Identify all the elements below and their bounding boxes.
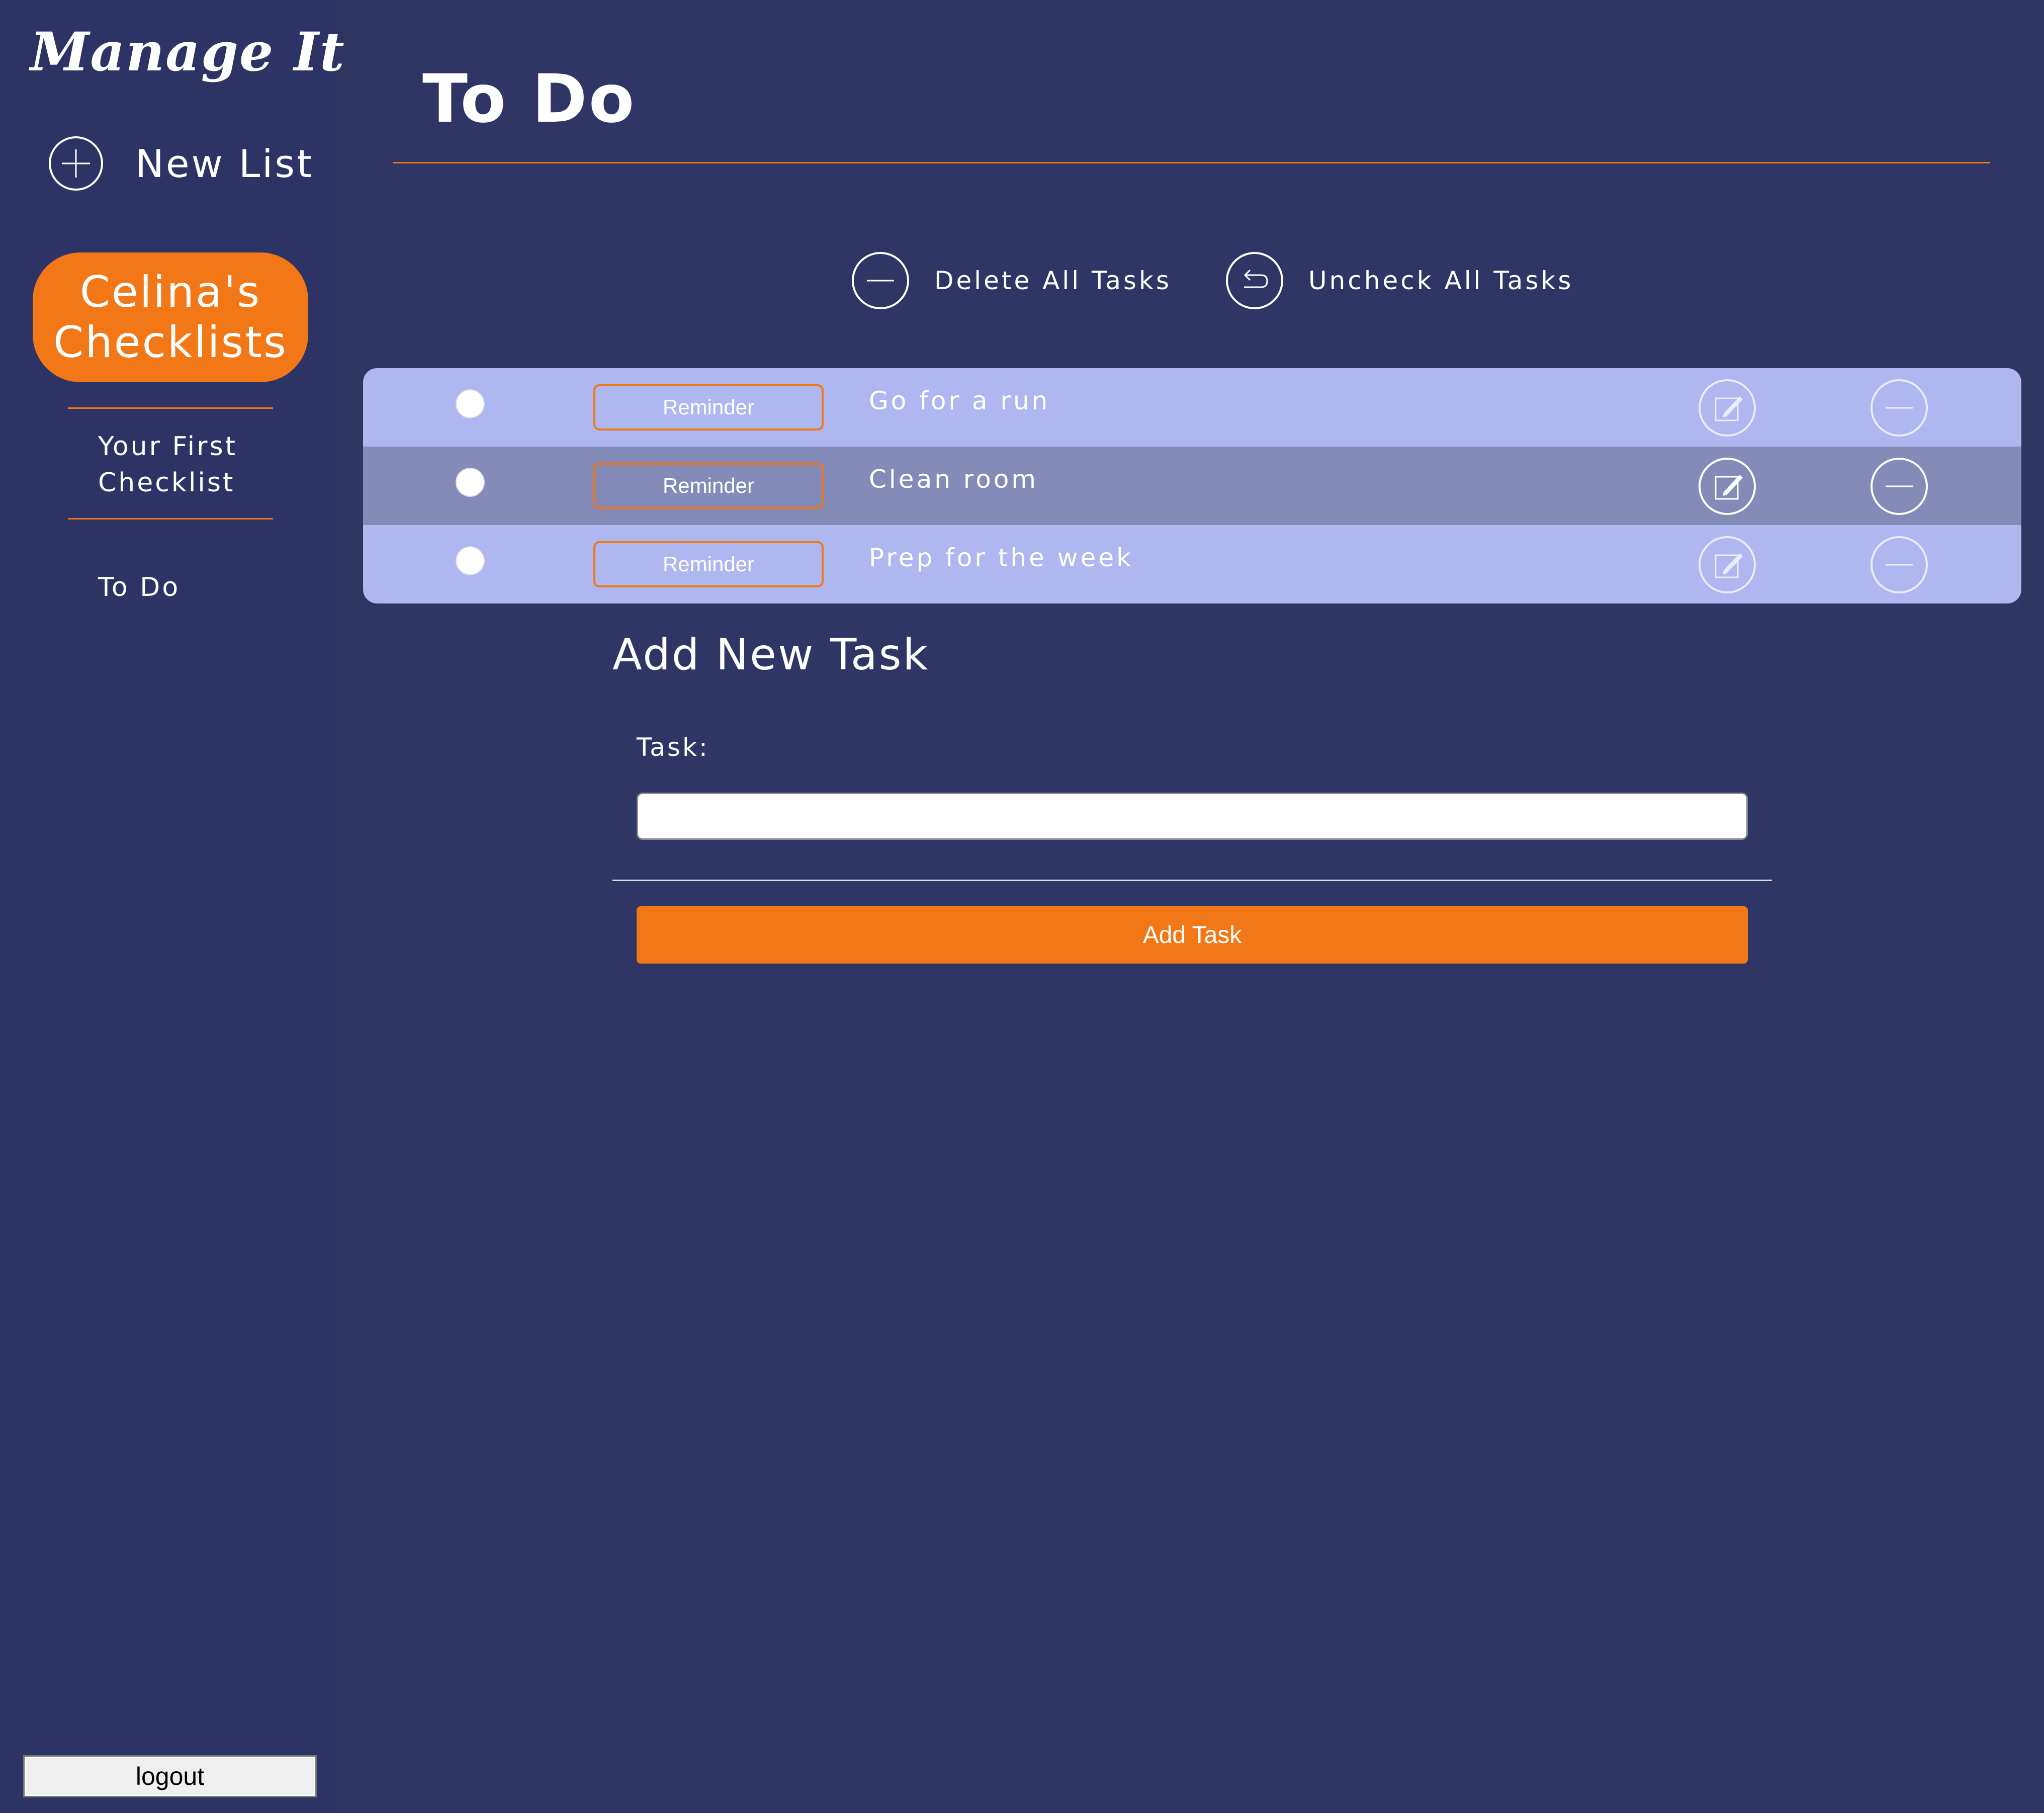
new-list-button[interactable]: New List — [48, 133, 314, 194]
new-list-label: New List — [135, 141, 314, 186]
edit-icon[interactable] — [1698, 378, 1757, 438]
sidebar-divider — [68, 518, 273, 520]
title-divider — [393, 162, 1990, 163]
sidebar-divider — [68, 407, 273, 409]
task-complete-radio[interactable] — [456, 468, 485, 497]
task-row: Reminder Prep for the week — [363, 525, 2021, 603]
undo-circle-icon — [1226, 252, 1283, 309]
delete-all-tasks-button[interactable]: Delete All Tasks — [851, 250, 1172, 311]
minus-circle-icon[interactable] — [1870, 457, 1929, 516]
add-task-heading: Add New Task — [612, 630, 930, 680]
sidebar-item-your-first-checklist[interactable]: Your First Checklist — [98, 428, 309, 501]
task-field-label: Task: — [637, 733, 709, 762]
page-title: To Do — [422, 60, 636, 138]
uncheck-all-tasks-button[interactable]: Uncheck All Tasks — [1225, 250, 1573, 311]
plus-circle-icon — [49, 136, 103, 191]
user-checklists-button[interactable]: Celina's Checklists — [33, 252, 308, 382]
task-row: Reminder Clean room — [363, 447, 2021, 525]
sidebar: Manage It New List Celina's Checklists Y… — [0, 0, 345, 1813]
logout-button[interactable]: logout — [23, 1755, 317, 1797]
reminder-button[interactable]: Reminder — [593, 384, 824, 430]
edit-icon[interactable] — [1698, 457, 1757, 516]
minus-circle-icon — [852, 252, 909, 309]
task-row: Reminder Go for a run — [363, 368, 2021, 447]
task-complete-radio[interactable] — [456, 546, 485, 575]
add-task-button[interactable]: Add Task — [637, 906, 1748, 964]
task-text: Prep for the week — [869, 543, 1134, 572]
task-text: Clean room — [869, 465, 1039, 494]
edit-icon[interactable] — [1698, 535, 1757, 594]
form-divider — [612, 880, 1772, 881]
task-list: Reminder Go for a run Reminder Clean roo… — [363, 368, 2021, 603]
task-complete-radio[interactable] — [456, 389, 485, 418]
user-checklists-label: Celina's Checklists — [53, 267, 288, 368]
task-text: Go for a run — [869, 386, 1050, 415]
minus-circle-icon[interactable] — [1870, 378, 1929, 438]
delete-all-tasks-label: Delete All Tasks — [934, 266, 1172, 295]
sidebar-item-to-do[interactable]: To Do — [98, 569, 309, 606]
reminder-button[interactable]: Reminder — [593, 463, 824, 509]
uncheck-all-tasks-label: Uncheck All Tasks — [1308, 266, 1574, 295]
minus-circle-icon[interactable] — [1870, 535, 1929, 594]
reminder-button[interactable]: Reminder — [593, 541, 824, 587]
task-input[interactable] — [637, 793, 1748, 840]
brand-logo: Manage It — [30, 20, 345, 83]
main-panel: To Do Delete All Tasks Uncheck All Tasks… — [363, 31, 2021, 1813]
